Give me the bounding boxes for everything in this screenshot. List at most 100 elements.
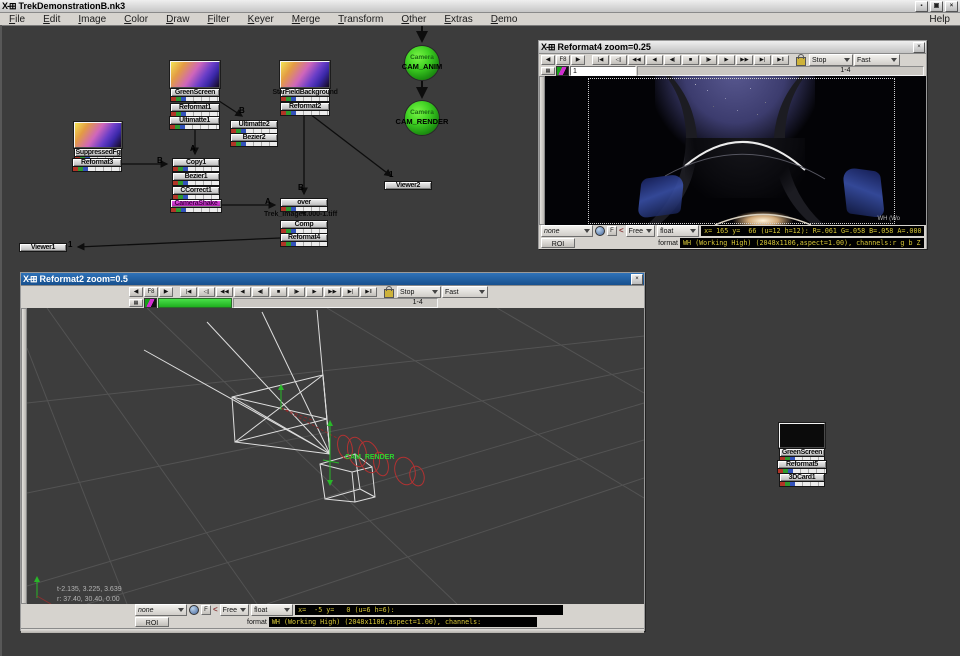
- node-label[interactable]: StarFieldBackground: [280, 88, 330, 97]
- node-greenscreen[interactable]: GreenScreen: [170, 61, 220, 102]
- transport-button-8[interactable]: ▶▶: [736, 55, 753, 65]
- menu-merge[interactable]: Merge: [283, 14, 329, 25]
- transport-button-5[interactable]: ■: [682, 55, 699, 65]
- node-label[interactable]: Reformat2: [280, 102, 330, 111]
- viewer2-3d-view[interactable]: CAM_RENDER t-2.135, 3.225, 3.639 r: 37.4…: [27, 308, 644, 604]
- transport-button-1[interactable]: ◁|: [610, 55, 627, 65]
- transport-button-4[interactable]: ◀|: [664, 55, 681, 65]
- menu-filter[interactable]: Filter: [198, 14, 238, 25]
- node-viewer2[interactable]: Viewer2: [384, 181, 432, 190]
- node-viewer1[interactable]: Viewer1: [19, 243, 67, 252]
- menu-draw[interactable]: Draw: [157, 14, 198, 25]
- channels-icon[interactable]: [144, 298, 157, 308]
- frame-field[interactable]: [570, 66, 636, 76]
- viewer2-titlebar[interactable]: X-⊞ Reformat2 zoom=0.5 ×: [21, 273, 644, 286]
- node-label[interactable]: Bezier2: [230, 133, 278, 142]
- roi-button[interactable]: ROI: [541, 238, 575, 248]
- node-3dcard1[interactable]: 3DCard1: [779, 473, 825, 487]
- menu-image[interactable]: Image: [69, 14, 115, 25]
- node-label[interactable]: Reformat1: [170, 103, 220, 112]
- viewer1-titlebar[interactable]: X-⊞ Reformat4 zoom=0.25 ×: [539, 41, 926, 54]
- channels-icon[interactable]: [556, 66, 569, 76]
- prev-key-button[interactable]: ◀: [129, 287, 143, 297]
- node-camerashake[interactable]: CameraShake: [170, 199, 222, 213]
- menu-file[interactable]: File: [0, 14, 34, 25]
- node-label[interactable]: Viewer1: [19, 243, 67, 252]
- node-label[interactable]: Bezier1: [172, 172, 220, 181]
- main-titlebar[interactable]: X-⊞ TrekDemonstrationB.nk3 ▪ ▣ ×: [0, 0, 960, 13]
- grid-button[interactable]: ▦: [129, 299, 143, 307]
- node-copy1[interactable]: Copy1: [172, 158, 220, 172]
- node-reformat3[interactable]: Reformat3: [72, 158, 122, 172]
- viewer-window-reformat2[interactable]: X-⊞ Reformat2 zoom=0.5 × ◀ F8 ▶ |◀◁|◀◀◀◀…: [20, 272, 645, 631]
- menu-color[interactable]: Color: [115, 14, 157, 25]
- transport-button-2[interactable]: ◀◀: [628, 55, 645, 65]
- node-suppressedfg[interactable]: SuppressedFg: [74, 122, 122, 162]
- sample-dropdown[interactable]: none: [135, 604, 187, 616]
- transport-button-2[interactable]: ◀◀: [216, 287, 233, 297]
- float-dropdown[interactable]: float: [657, 225, 699, 237]
- node-bezier1[interactable]: Bezier1: [172, 172, 220, 186]
- menu-demo[interactable]: Demo: [482, 14, 527, 25]
- transport-button-0[interactable]: |◀: [592, 55, 609, 65]
- next-key-button[interactable]: ▶: [571, 55, 585, 65]
- node-greenscreen[interactable]: GreenScreen: [779, 423, 825, 462]
- prev-key-button[interactable]: ◀: [541, 55, 555, 65]
- node-starfieldbackground[interactable]: StarFieldBackground: [280, 61, 330, 102]
- transport-button-7[interactable]: ▶: [306, 287, 323, 297]
- stop-dropdown[interactable]: Stop: [397, 286, 441, 298]
- transport-button-7[interactable]: ▶: [718, 55, 735, 65]
- transport-button-9[interactable]: ▶|: [342, 287, 359, 297]
- transport-button-5[interactable]: ■: [270, 287, 287, 297]
- node-label[interactable]: over: [280, 198, 328, 207]
- next-key-button[interactable]: ▶: [159, 287, 173, 297]
- float-dropdown[interactable]: float: [251, 604, 293, 616]
- node-ccorrect1[interactable]: CCorrect1: [172, 186, 220, 200]
- node-reformat1[interactable]: Reformat1: [170, 103, 220, 117]
- grid-button[interactable]: ▦: [541, 67, 555, 75]
- f-button[interactable]: F: [607, 226, 617, 236]
- gamma-icon[interactable]: [189, 605, 199, 615]
- node-label[interactable]: GreenScreen: [170, 88, 220, 97]
- menu-help[interactable]: Help: [919, 14, 960, 25]
- menu-edit[interactable]: Edit: [34, 14, 69, 25]
- node-reformat5[interactable]: Reformat5: [777, 460, 827, 474]
- node-label[interactable]: CameraShake: [170, 199, 222, 208]
- horizontal-scrollbar[interactable]: [21, 628, 644, 633]
- node-ultimatte1[interactable]: Ultimatte1: [169, 116, 220, 130]
- node-comp[interactable]: Comp: [280, 220, 328, 234]
- sample-dropdown[interactable]: none: [541, 225, 593, 237]
- node-over[interactable]: over: [280, 198, 328, 212]
- free-dropdown[interactable]: Free: [220, 604, 249, 616]
- node-camera-cam_anim[interactable]: CameraCAM_ANIM: [405, 46, 439, 80]
- transport-button-10[interactable]: ▶‖: [772, 55, 789, 65]
- node-ultimatte2[interactable]: Ultimatte2: [230, 120, 278, 134]
- node-reformat4[interactable]: Reformat4: [280, 233, 328, 247]
- viewer-window-reformat4[interactable]: X-⊞ Reformat4 zoom=0.25 × ◀ F8 ▶ |◀◁|◀◀ ◀…: [538, 40, 927, 249]
- gamma-icon[interactable]: [595, 226, 605, 236]
- node-camera-cam_render[interactable]: CameraCAM_RENDER: [405, 101, 439, 135]
- node-label[interactable]: CCorrect1: [172, 186, 220, 195]
- fkey-button[interactable]: F8: [144, 287, 158, 297]
- free-dropdown[interactable]: Free: [626, 225, 655, 237]
- minimize-button[interactable]: ▪: [915, 1, 928, 12]
- magnet-icon[interactable]: <: [213, 606, 218, 614]
- node-label[interactable]: Ultimatte1: [169, 116, 220, 125]
- lock-icon[interactable]: [796, 57, 806, 66]
- fast-dropdown[interactable]: Fast: [442, 286, 488, 298]
- node-label[interactable]: Reformat3: [72, 158, 122, 167]
- transport-button-0[interactable]: |◀: [180, 287, 197, 297]
- menu-keyer[interactable]: Keyer: [239, 14, 283, 25]
- node-label[interactable]: Reformat5: [777, 460, 827, 469]
- menu-transform[interactable]: Transform: [329, 14, 392, 25]
- close-button[interactable]: ×: [945, 1, 958, 12]
- maximize-button[interactable]: ▣: [930, 1, 943, 12]
- transport-button-3[interactable]: ◀: [234, 287, 251, 297]
- transport-button-6[interactable]: |▶: [288, 287, 305, 297]
- frame-slider[interactable]: 1-4: [637, 66, 924, 76]
- node-label[interactable]: 3DCard1: [779, 473, 825, 482]
- stop-dropdown[interactable]: Stop: [809, 54, 853, 66]
- lock-icon[interactable]: [384, 289, 394, 298]
- fkey-button[interactable]: F8: [556, 55, 570, 65]
- transport-button-10[interactable]: ▶‖: [360, 287, 377, 297]
